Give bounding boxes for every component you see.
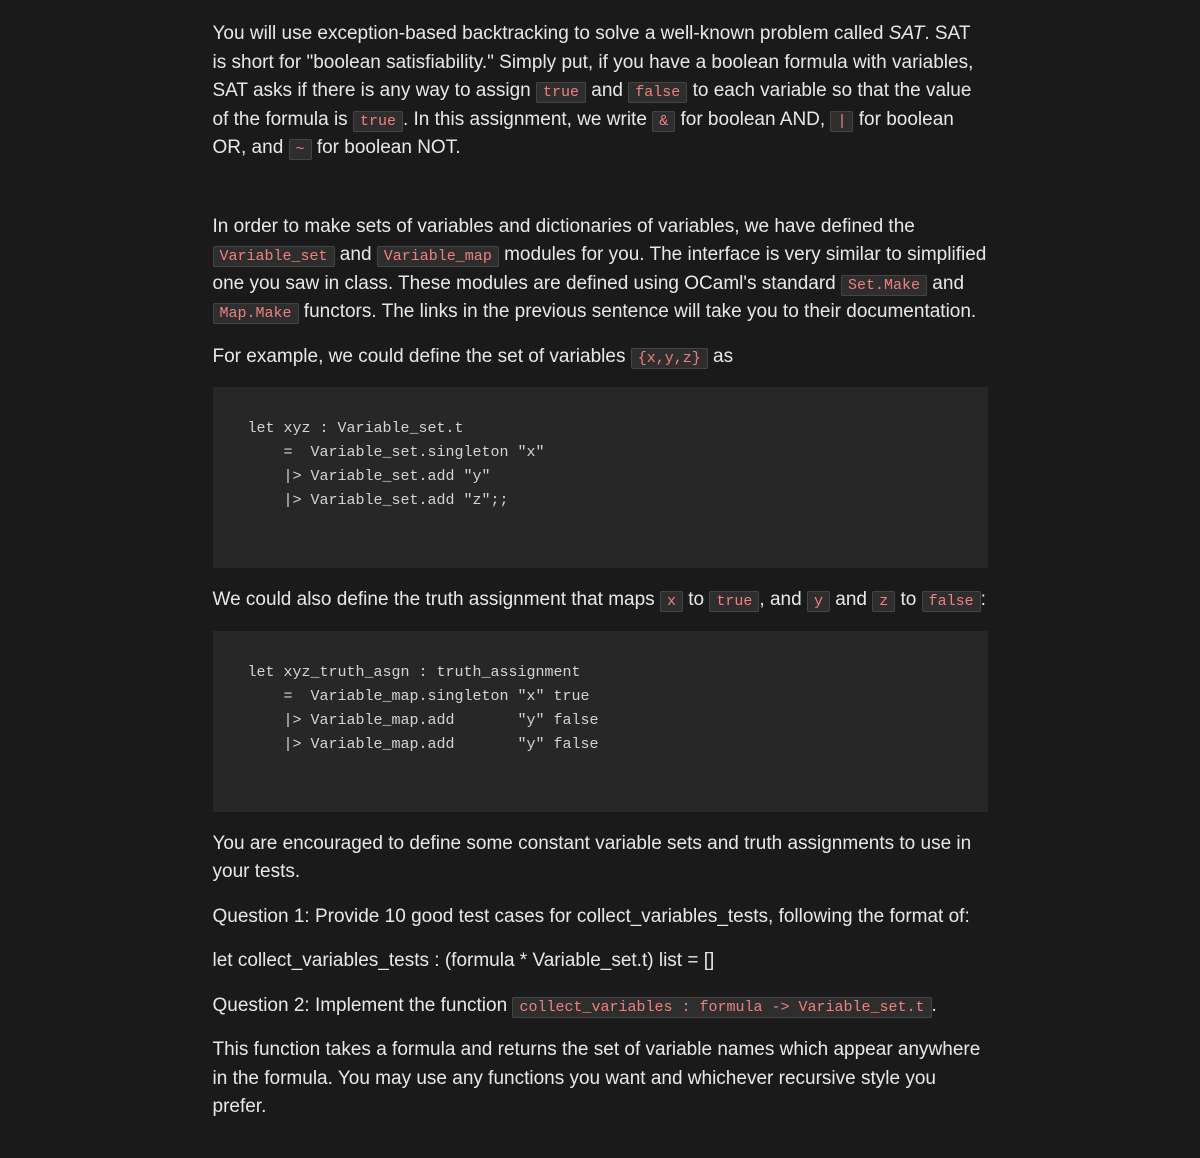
text: : (981, 589, 986, 610)
text: for boolean AND, (675, 109, 830, 130)
text: and (586, 80, 628, 101)
intro-paragraph: You will use exception-based backtrackin… (213, 20, 988, 163)
code-y: y (807, 591, 830, 612)
code-map-make: Map.Make (213, 303, 299, 324)
sat-emphasis: SAT (889, 23, 925, 44)
code-amp: & (652, 111, 675, 132)
code-tilde: ~ (289, 139, 312, 160)
code-true: true (709, 591, 759, 612)
code-variable-set: Variable_set (213, 246, 335, 267)
text: and (335, 244, 377, 265)
code-block-xyz-map: let xyz_truth_asgn : truth_assignment = … (213, 631, 988, 812)
code-set-make: Set.Make (841, 275, 927, 296)
text: and (927, 273, 964, 294)
text: . In this assignment, we write (403, 109, 652, 130)
question-2-description: This function takes a formula and return… (213, 1036, 988, 1122)
code-pipe: | (830, 111, 853, 132)
code-x: x (660, 591, 683, 612)
text: We could also define the truth assignmen… (213, 589, 660, 610)
modules-paragraph: In order to make sets of variables and d… (213, 213, 988, 327)
document-content: You will use exception-based backtrackin… (193, 20, 1008, 1122)
text: , and (759, 589, 807, 610)
text: as (708, 346, 733, 367)
question-2-paragraph: Question 2: Implement the function colle… (213, 992, 988, 1021)
example-map-paragraph: We could also define the truth assignmen… (213, 586, 988, 615)
code-variable-map: Variable_map (377, 246, 499, 267)
text: Question 2: Implement the function (213, 995, 513, 1016)
text: for boolean NOT. (312, 137, 461, 158)
text: to (683, 589, 709, 610)
code-true: true (353, 111, 403, 132)
encouragement-paragraph: You are encouraged to define some consta… (213, 830, 988, 887)
example-set-paragraph: For example, we could define the set of … (213, 343, 988, 372)
code-true: true (536, 82, 586, 103)
code-xyz-set: {x,y,z} (631, 348, 708, 369)
text: and (830, 589, 872, 610)
code-block-xyz-set: let xyz : Variable_set.t = Variable_set.… (213, 387, 988, 568)
question-1-format: let collect_variables_tests : (formula *… (213, 947, 988, 976)
question-1-paragraph: Question 1: Provide 10 good test cases f… (213, 903, 988, 932)
text: . (932, 995, 937, 1016)
text: You will use exception-based backtrackin… (213, 23, 889, 44)
code-false: false (628, 82, 687, 103)
text: functors. The links in the previous sent… (299, 301, 977, 322)
code-collect-variables: collect_variables : formula -> Variable_… (512, 997, 931, 1018)
code-z: z (872, 591, 895, 612)
code-false: false (922, 591, 981, 612)
text: to (895, 589, 921, 610)
text: For example, we could define the set of … (213, 346, 631, 367)
text: In order to make sets of variables and d… (213, 216, 915, 237)
